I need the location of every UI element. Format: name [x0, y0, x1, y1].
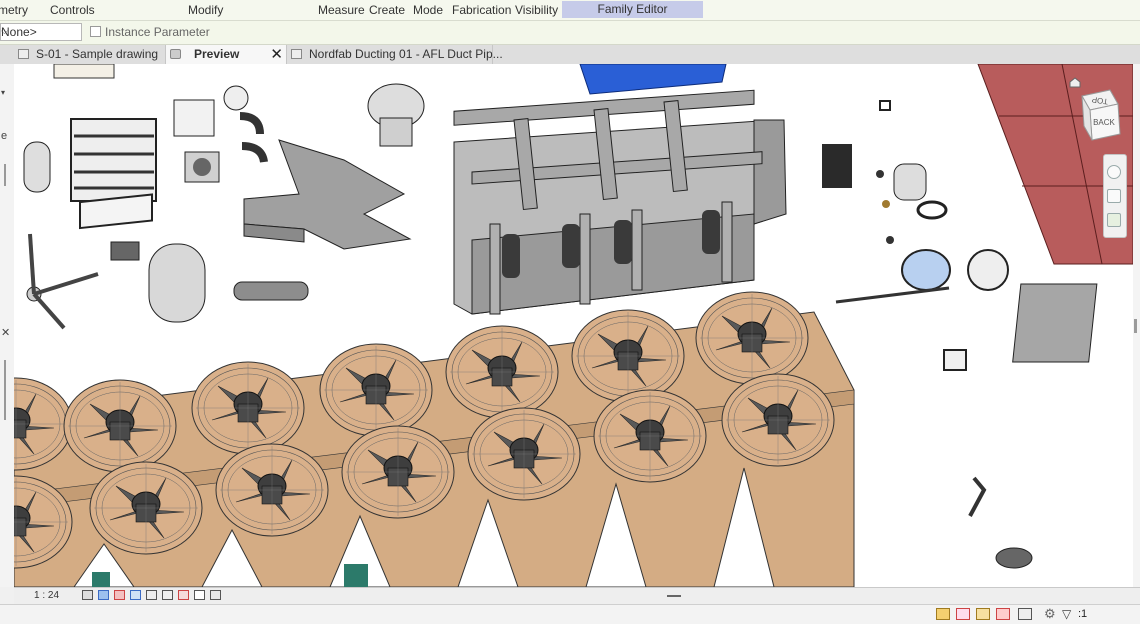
blue-tank [579, 64, 727, 95]
shadows-icon[interactable] [130, 590, 141, 600]
ribbon-tab-measure[interactable]: Measure [318, 3, 365, 17]
view-tab-bar: S-01 - Sample drawing Preview ✕ Nordfab … [0, 45, 1140, 64]
selection-count: :1 [1078, 608, 1088, 620]
tab-sample-drawing[interactable]: S-01 - Sample drawing [14, 45, 166, 64]
view-cube-back-label: BACK [1093, 118, 1115, 127]
model-scene [14, 64, 1134, 587]
tab-nordfab-ducting[interactable]: Nordfab Ducting 01 - AFL Duct Pip... [287, 45, 503, 64]
close-icon[interactable]: ✕ [1, 326, 10, 339]
tab-preview[interactable]: Preview ✕ [166, 45, 287, 64]
gear-icon[interactable]: ⚙ [1044, 606, 1058, 621]
nav-options-icon[interactable] [1107, 213, 1121, 227]
pinned-icon[interactable] [996, 608, 1010, 620]
zoom-icon[interactable] [1107, 189, 1121, 203]
ribbon-tab-controls[interactable]: Controls [50, 3, 95, 17]
ribbon-tab-fabrication[interactable]: Fabrication [452, 3, 511, 17]
visual-style-icon[interactable] [98, 590, 109, 600]
panel-divider [4, 360, 6, 420]
close-icon[interactable]: ✕ [270, 45, 283, 63]
view-cube[interactable]: TOP BACK [1062, 76, 1130, 146]
worksets-icon[interactable] [936, 608, 950, 620]
detail-level-icon[interactable] [82, 590, 93, 600]
scrollbar-thumb[interactable] [1134, 319, 1137, 333]
instance-parameter-label: Instance Parameter [105, 25, 210, 39]
view-control-bar: 1 : 24 [14, 587, 1140, 605]
ribbon-tab-visibility[interactable]: Visibility [515, 3, 558, 17]
sun-path-icon[interactable] [114, 590, 125, 600]
filter-icon[interactable]: ▽ [1062, 607, 1076, 621]
tab-label: Nordfab Ducting 01 - AFL Duct Pip... [309, 47, 503, 61]
selector-dropdown[interactable]: None> ⌵ [0, 23, 82, 41]
view-scale[interactable]: 1 : 24 [34, 590, 59, 601]
options-bar: None> ⌵ Instance Parameter [0, 21, 1140, 45]
crop-view-icon[interactable] [146, 590, 157, 600]
design-options-icon[interactable] [956, 608, 970, 620]
ribbon-tab-create[interactable]: Create [369, 3, 405, 17]
ribbon-tab-geometry[interactable]: metry [0, 3, 28, 17]
ribbon-tab-modify[interactable]: Modify [188, 3, 223, 17]
3d-viewport[interactable]: TOP BACK [14, 64, 1140, 587]
left-panel-edge: ▾ e ✕ [0, 64, 15, 587]
navigation-bar [1103, 154, 1127, 238]
links-icon[interactable] [976, 608, 990, 620]
vertical-scrollbar[interactable] [1133, 64, 1140, 587]
show-crop-icon[interactable] [162, 590, 173, 600]
reveal-hidden-icon[interactable] [194, 590, 205, 600]
steering-wheel-icon[interactable] [1107, 165, 1121, 179]
sheet-icon [18, 49, 29, 59]
ribbon-context-family-editor[interactable]: Family Editor [562, 1, 703, 18]
sheet-icon [291, 49, 302, 59]
temporary-hide-icon[interactable] [178, 590, 189, 600]
ribbon-tab-mode[interactable]: Mode [413, 3, 443, 17]
ribbon-tab-bar: metry Controls Modify Measure Create Mod… [0, 0, 1140, 21]
chiller-array [14, 291, 855, 587]
pump-skid [453, 89, 787, 315]
underlay-icon[interactable] [1018, 608, 1032, 620]
tab-label: S-01 - Sample drawing [36, 47, 159, 61]
3d-view-icon [170, 49, 181, 59]
panel-icon: e [1, 130, 8, 142]
home-icon[interactable] [1069, 77, 1081, 88]
tab-label: Preview [194, 47, 240, 61]
collapse-arrow-icon[interactable]: ▾ [1, 88, 5, 97]
ceiling-fan [26, 233, 99, 330]
status-bar: ⚙ ▽ :1 [0, 604, 1140, 624]
horizontal-scroll-thumb[interactable] [667, 595, 681, 597]
chevron-down-icon: ⌵ [1, 26, 8, 36]
component-library [23, 64, 425, 330]
panel-divider [4, 164, 6, 186]
instance-parameter-checkbox[interactable] [90, 26, 101, 37]
analytical-model-icon[interactable] [210, 590, 221, 600]
